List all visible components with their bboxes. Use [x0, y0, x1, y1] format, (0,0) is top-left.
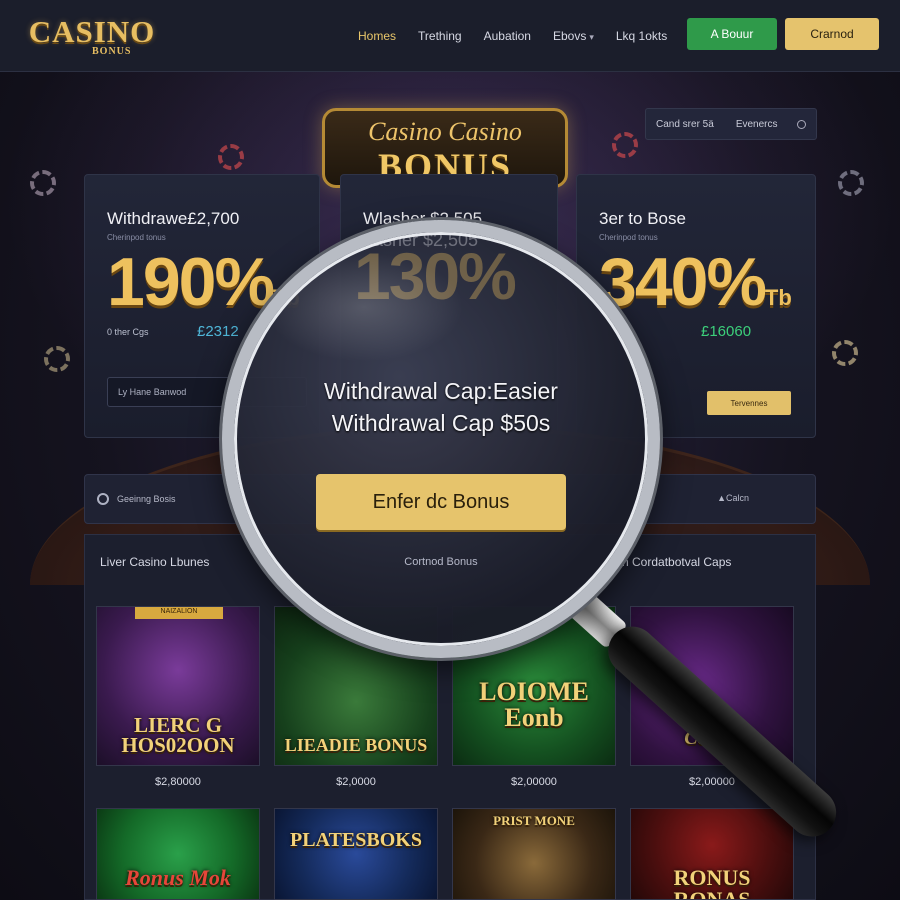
card-row-value: £16060 [701, 323, 752, 340]
nav-item-ebovs[interactable]: Ebovs ▾ [553, 29, 594, 43]
casino-chip-icon [612, 132, 638, 158]
game-price: $2,0000 [336, 776, 376, 788]
card-action-button[interactable]: Tervennes [707, 391, 791, 415]
status-right[interactable]: ▲Calcn [717, 493, 749, 503]
region-select-right: Evenercs [735, 118, 778, 130]
casino-chip-icon [218, 144, 244, 170]
lens-caption: Cortnod Bonus [404, 556, 478, 568]
nav-item-ebovs-label: Ebovs [552, 29, 587, 43]
game-price: $2,00000 [511, 776, 557, 788]
nav-item-homes[interactable]: Homes [358, 29, 396, 43]
game-title: PRIST MONE [493, 813, 575, 828]
settings-icon[interactable] [797, 119, 806, 129]
card-row-label: 0 ther Cgs [107, 327, 149, 337]
game-tile[interactable]: PRIST MONE [452, 808, 616, 900]
chevron-down-icon: ▾ [589, 32, 594, 42]
card-subtitle: Cherinpod tonus [599, 233, 658, 242]
card-subtitle: Cherinpod tonus [107, 233, 166, 242]
bonus-percent-value: 340% [599, 244, 767, 320]
casino-chip-icon [832, 340, 858, 366]
magnifier-lens: Wlasher $2,505 130% Withdrawal Cap:Easie… [222, 220, 660, 658]
game-title: Ronus Mok [125, 865, 231, 890]
status-left[interactable]: Geeinng Bosis [97, 493, 176, 505]
withdrawal-cap-line1: Withdrawal Cap:Easier [324, 378, 558, 404]
game-art [275, 809, 437, 899]
banner-line1: Casino Casino [368, 117, 522, 146]
nav-item-trething[interactable]: Trething [418, 29, 462, 43]
game-title: LIEADIE BONUS [284, 735, 428, 755]
status-left-label: Geeinng Bosis [117, 494, 176, 504]
main-nav: Homes Trething Aubation Ebovs ▾ Lkq 1okts [358, 0, 667, 72]
casino-logo[interactable]: CASINO BONUS [26, 14, 158, 58]
lens-glare [264, 252, 464, 362]
secondary-cta-button[interactable]: Crarnod [785, 18, 879, 50]
game-tile[interactable]: RONUS RONAS [630, 808, 794, 900]
casino-chip-icon [30, 170, 56, 196]
circle-icon [97, 493, 109, 505]
game-tile[interactable]: PLATESBOKS [274, 808, 438, 900]
primary-cta-button[interactable]: A Bouur [687, 18, 777, 50]
top-nav-bar: CASINO BONUS Homes Trething Aubation Ebo… [0, 0, 900, 72]
bonus-percent-value: 190% [107, 244, 275, 320]
game-tile[interactable]: Ronus Mok [96, 808, 260, 900]
game-title: PLATESBOKS [290, 829, 422, 851]
game-title: RONUS RONAS [673, 865, 751, 900]
card-title: 3er to Bose [599, 209, 686, 228]
casino-chip-icon [44, 346, 70, 372]
logo-subtext: BONUS [92, 46, 132, 57]
withdrawal-cap-line2: Withdrawal Cap $50s [331, 410, 551, 436]
nav-item-aubation[interactable]: Aubation [484, 29, 531, 43]
region-select-left: Cand srer 5ä [656, 118, 714, 130]
enter-bonus-button[interactable]: Enfer dc Bonus [316, 474, 566, 530]
section-heading-live-casino: Liver Casino Lbunes [100, 555, 210, 569]
bonus-percent-suffix: Tb [764, 285, 792, 310]
game-price: $2,80000 [155, 776, 201, 788]
card-row-value: £2312 [197, 323, 239, 340]
nav-item-lkq[interactable]: Lkq 1okts [616, 29, 667, 43]
bonus-percent: 340%Tb [599, 243, 792, 321]
game-title: LOIOME Eonb [479, 677, 589, 732]
game-ribbon: NAIZALION [135, 607, 223, 619]
game-title: LIERC G HOS02OON [121, 713, 235, 757]
casino-chip-icon [838, 170, 864, 196]
logo-text: CASINO [28, 14, 156, 49]
game-tile[interactable]: NAIZALION LIERC G HOS02OON [96, 606, 260, 766]
card-title: Withdrawe£2,700 [107, 209, 240, 228]
region-select[interactable]: Cand srer 5ä Evenercs [645, 108, 817, 140]
